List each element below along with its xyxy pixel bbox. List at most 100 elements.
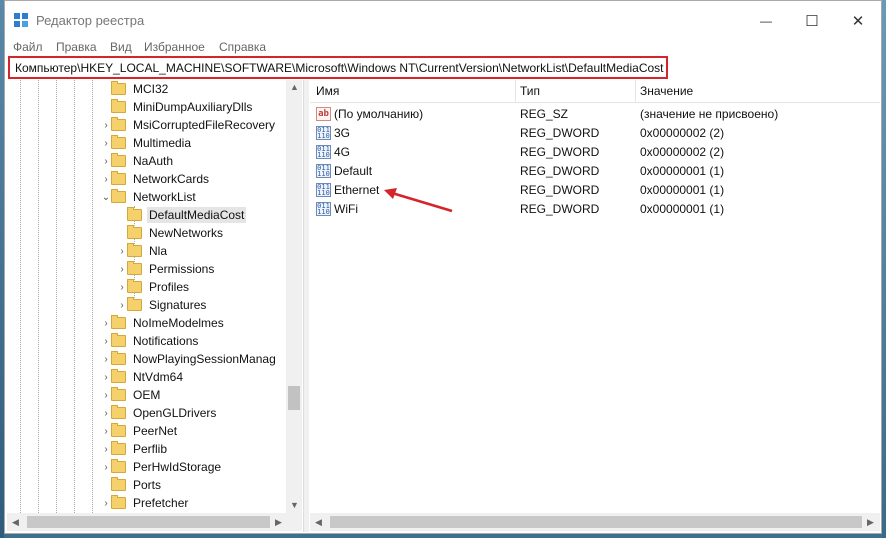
maximize-button[interactable]: ☐ <box>789 1 835 41</box>
expander-icon[interactable]: › <box>101 156 111 167</box>
value-name: 4G <box>334 145 351 159</box>
folder-icon <box>111 135 126 149</box>
tree-item[interactable]: › Profiles <box>120 278 191 296</box>
scroll-left-icon[interactable]: ◀ <box>12 517 19 528</box>
tree-item[interactable]: › NaAuth <box>104 152 175 170</box>
table-row[interactable]: 011 110 3G REG_DWORD 0x00000002 (2) <box>310 124 880 143</box>
scroll-up-icon[interactable]: ▲ <box>290 82 299 92</box>
address-path: Компьютер\HKEY_LOCAL_MACHINE\SOFTWARE\Mi… <box>15 61 664 75</box>
table-row[interactable]: 011 110 4G REG_DWORD 0x00000002 (2) <box>310 143 880 162</box>
tree-item[interactable]: MiniDumpAuxiliaryDlls <box>111 98 254 116</box>
address-bar[interactable]: Компьютер\HKEY_LOCAL_MACHINE\SOFTWARE\Mi… <box>8 56 668 79</box>
key-tree: MCI32 MiniDumpAuxiliaryDlls › MsiCorrupte… <box>7 80 302 513</box>
scrollbar-thumb[interactable] <box>330 516 862 528</box>
scroll-right-icon[interactable]: ▶ <box>867 517 874 528</box>
tree-item[interactable]: › Permissions <box>120 260 216 278</box>
tree-item[interactable]: › OEM <box>104 386 162 404</box>
expander-icon[interactable]: › <box>101 408 111 419</box>
expander-icon[interactable]: › <box>101 390 111 401</box>
column-separator[interactable] <box>635 80 636 102</box>
expander-icon[interactable]: › <box>101 462 111 473</box>
tree-item-label: NewNetworks <box>149 226 224 240</box>
tree-item[interactable]: › NetworkCards <box>104 170 211 188</box>
menu-view[interactable]: Вид <box>110 40 132 54</box>
expander-icon[interactable]: › <box>101 372 111 383</box>
table-row[interactable]: ab (По умолчанию) REG_SZ (значение не пр… <box>310 105 880 124</box>
tree-item[interactable]: › NowPlayingSessionManag <box>104 350 278 368</box>
expander-icon[interactable]: › <box>117 300 127 311</box>
expander-icon[interactable]: › <box>101 174 111 185</box>
title-bar[interactable]: Редактор реестра — ☐ ✕ <box>5 1 881 41</box>
tree-horizontal-scrollbar[interactable]: ◀ ▶ <box>7 513 302 531</box>
minimize-button[interactable]: — <box>743 1 789 41</box>
table-row[interactable]: 011 110 Default REG_DWORD 0x00000001 (1) <box>310 162 880 181</box>
column-header-value[interactable]: Значение <box>640 84 693 98</box>
tree-item-label: MsiCorruptedFileRecovery <box>133 118 276 132</box>
tree-item-label: Prefetcher <box>133 496 189 510</box>
column-header-type[interactable]: Тип <box>520 84 540 98</box>
pane-splitter[interactable] <box>303 80 309 532</box>
menu-bar: Файл Правка Вид Избранное Справка <box>5 39 881 55</box>
expander-icon[interactable]: › <box>117 264 127 275</box>
expander-icon[interactable]: › <box>101 426 111 437</box>
tree-item[interactable]: Ports <box>111 476 163 494</box>
expander-icon[interactable]: › <box>117 282 127 293</box>
tree-item[interactable]: › OpenGLDrivers <box>104 404 218 422</box>
tree-item[interactable]: › PerHwIdStorage <box>104 458 223 476</box>
column-header-name[interactable]: Имя <box>316 84 339 98</box>
expander-icon[interactable]: › <box>101 138 111 149</box>
expander-icon[interactable]: › <box>101 444 111 455</box>
binary-value-icon: 011 110 <box>316 202 331 216</box>
tree-guide-line <box>74 80 75 513</box>
tree-item-label: NetworkCards <box>133 172 210 186</box>
binary-value-icon: 011 110 <box>316 126 331 140</box>
tree-guide-line <box>56 80 57 513</box>
tree-item[interactable]: › Signatures <box>120 296 208 314</box>
scrollbar-thumb[interactable] <box>27 516 270 528</box>
expander-icon[interactable]: › <box>101 498 111 509</box>
folder-icon <box>111 99 126 113</box>
expander-icon[interactable]: ⌄ <box>101 192 111 203</box>
tree-item[interactable]: › Prefetcher <box>104 494 190 512</box>
list-horizontal-scrollbar[interactable]: ◀ ▶ <box>310 513 880 531</box>
tree-item[interactable]: › MsiCorruptedFileRecovery <box>104 116 277 134</box>
tree-item[interactable]: NewNetworks <box>127 224 225 242</box>
tree-item-networklist[interactable]: ⌄ NetworkList <box>102 188 198 206</box>
close-button[interactable]: ✕ <box>835 1 881 41</box>
menu-edit[interactable]: Правка <box>56 40 97 54</box>
value-data: 0x00000001 (1) <box>640 164 725 178</box>
menu-help[interactable]: Справка <box>219 40 266 54</box>
folder-icon <box>111 117 126 131</box>
expander-icon[interactable]: › <box>101 120 111 131</box>
tree-item[interactable]: › NoImeModelmes <box>104 314 226 332</box>
expander-icon[interactable]: › <box>101 354 111 365</box>
expander-icon[interactable]: › <box>101 336 111 347</box>
value-name: 3G <box>334 126 351 140</box>
tree-item-defaultmediacost[interactable]: DefaultMediaCost <box>127 206 247 224</box>
tree-item[interactable]: › PeerNet <box>104 422 179 440</box>
tree-item[interactable]: › NtVdm64 <box>104 368 185 386</box>
tree-item-label: Permissions <box>149 262 215 276</box>
expander-icon[interactable]: › <box>117 246 127 257</box>
value-name: (По умолчанию) <box>334 107 424 121</box>
tree-item[interactable]: › Perflib <box>104 440 169 458</box>
tree-item[interactable]: › Notifications <box>104 332 200 350</box>
scroll-down-icon[interactable]: ▼ <box>290 500 299 510</box>
tree-item-label: NtVdm64 <box>133 370 184 384</box>
scrollbar-thumb[interactable] <box>288 386 300 410</box>
tree-vertical-scrollbar[interactable]: ▲ ▼ <box>286 80 302 513</box>
tree-item[interactable]: › Nla <box>120 242 169 260</box>
scroll-right-icon[interactable]: ▶ <box>275 517 282 528</box>
folder-icon <box>111 423 126 437</box>
list-header: Имя Тип Значение <box>310 80 880 103</box>
tree-item-label: DefaultMediaCost <box>147 207 247 223</box>
menu-file[interactable]: Файл <box>13 40 43 54</box>
expander-icon[interactable]: › <box>101 318 111 329</box>
folder-icon <box>111 459 126 473</box>
scroll-left-icon[interactable]: ◀ <box>315 517 322 528</box>
tree-item[interactable]: › Multimedia <box>104 134 193 152</box>
column-separator[interactable] <box>515 80 516 102</box>
tree-item[interactable]: MCI32 <box>111 80 170 98</box>
menu-favorites[interactable]: Избранное <box>144 40 205 54</box>
close-icon: ✕ <box>851 13 865 30</box>
